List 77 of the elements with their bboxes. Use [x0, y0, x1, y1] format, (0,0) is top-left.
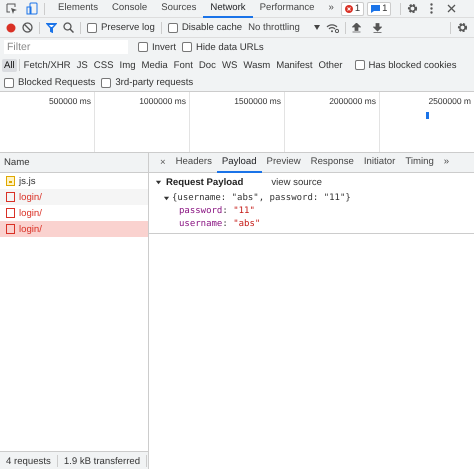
panel-tab[interactable]: Performance: [252, 0, 322, 18]
request-row[interactable]: login/: [0, 205, 148, 221]
request-timing-bar: [426, 112, 429, 119]
type-filter-button[interactable]: All: [2, 58, 17, 72]
detail-tab[interactable]: Preview: [262, 152, 306, 173]
type-filter-button[interactable]: JS: [74, 58, 90, 72]
payload-field: password: "11": [155, 203, 474, 216]
detail-tab[interactable]: Initiator: [358, 152, 400, 173]
checkbox[interactable]: [168, 22, 178, 32]
checkbox[interactable]: [354, 60, 364, 70]
panel-tab[interactable]: Console: [105, 0, 154, 18]
checkbox-label: Hide data URLs: [196, 42, 264, 52]
throttling-dropdown[interactable]: No throttling: [248, 22, 320, 33]
search-icon[interactable]: [63, 22, 74, 33]
download-icon[interactable]: [372, 22, 382, 32]
checkbox[interactable]: [87, 22, 97, 32]
column-header[interactable]: Name: [0, 153, 148, 173]
status-text: 4 requests: [6, 456, 51, 466]
message-count-badge[interactable]: 1: [367, 2, 392, 16]
record-icon[interactable]: [6, 22, 16, 32]
filter-field[interactable]: Filter: [4, 40, 128, 54]
error-count-badge[interactable]: 1: [340, 2, 364, 16]
type-filter-button[interactable]: Manifest: [274, 58, 314, 72]
checkbox-label: Invert: [152, 42, 176, 52]
type-filter-button[interactable]: Other: [316, 58, 344, 72]
detail-tab[interactable]: Headers: [170, 152, 217, 173]
request-row[interactable]: login/: [0, 189, 148, 205]
checkbox-label: Disable cache: [182, 22, 242, 33]
time-tick-label: 1500000 ms: [234, 96, 281, 108]
checkbox[interactable]: [182, 42, 192, 52]
settings-icon[interactable]: [457, 22, 468, 33]
status-text: 1.9 kB transferred: [64, 456, 140, 466]
more-tabs-button[interactable]: »: [438, 152, 454, 173]
checkbox[interactable]: [138, 42, 148, 52]
checkbox-label: Blocked Requests: [18, 77, 96, 88]
more-options-icon[interactable]: [430, 3, 434, 14]
request-row[interactable]: js.js: [0, 173, 148, 189]
section-title[interactable]: Request Payload: [166, 177, 244, 188]
panel-tab[interactable]: Sources: [154, 0, 204, 18]
type-filter-button[interactable]: Font: [172, 58, 195, 72]
clear-icon[interactable]: [22, 22, 33, 33]
payload-field: username: "abs": [155, 216, 474, 229]
detail-tab[interactable]: Payload: [216, 152, 262, 173]
time-tick-label: 2500000 m: [428, 96, 471, 108]
view-source-link[interactable]: view source: [271, 177, 322, 188]
type-filter-button[interactable]: WS: [220, 58, 240, 72]
triangle-icon[interactable]: [163, 194, 170, 202]
type-filter-button[interactable]: Img: [118, 58, 138, 72]
type-filter-button[interactable]: Doc: [196, 58, 218, 72]
checkbox[interactable]: [4, 78, 14, 88]
time-tick-label: 1000000 ms: [139, 96, 186, 108]
time-tick-label: 500000 ms: [48, 96, 91, 108]
time-tick-label: 2000000 ms: [329, 96, 376, 108]
close-icon[interactable]: [447, 4, 456, 13]
checkbox-label: Has blocked cookies: [368, 60, 456, 70]
payload-summary[interactable]: {username: "abs", password: "11"}: [172, 193, 351, 203]
type-filter-button[interactable]: CSS: [92, 58, 116, 72]
detail-tab[interactable]: Response: [306, 152, 359, 173]
panel-tab[interactable]: Elements: [51, 0, 105, 18]
more-tabs-button[interactable]: »: [322, 0, 341, 18]
type-filter-button[interactable]: Media: [140, 58, 170, 72]
dropdown-caret-icon: [314, 25, 320, 30]
device-icon[interactable]: [26, 2, 38, 15]
inspect-icon[interactable]: [6, 2, 18, 14]
filter-icon[interactable]: [46, 22, 57, 32]
wifi-settings-icon[interactable]: [326, 22, 339, 32]
type-filter-button[interactable]: Fetch/XHR: [22, 58, 73, 72]
type-filter-button[interactable]: Wasm: [241, 58, 272, 72]
triangle-icon[interactable]: [155, 179, 162, 186]
script-file-icon: [6, 176, 15, 186]
detail-tab[interactable]: Timing: [400, 152, 439, 173]
checkbox[interactable]: [101, 78, 112, 88]
settings-icon[interactable]: [407, 3, 418, 14]
close-button[interactable]: ×: [155, 157, 171, 168]
checkbox-label: Preserve log: [101, 22, 155, 33]
checkbox-label: 3rd-party requests: [115, 77, 194, 88]
upload-icon[interactable]: [352, 22, 361, 32]
